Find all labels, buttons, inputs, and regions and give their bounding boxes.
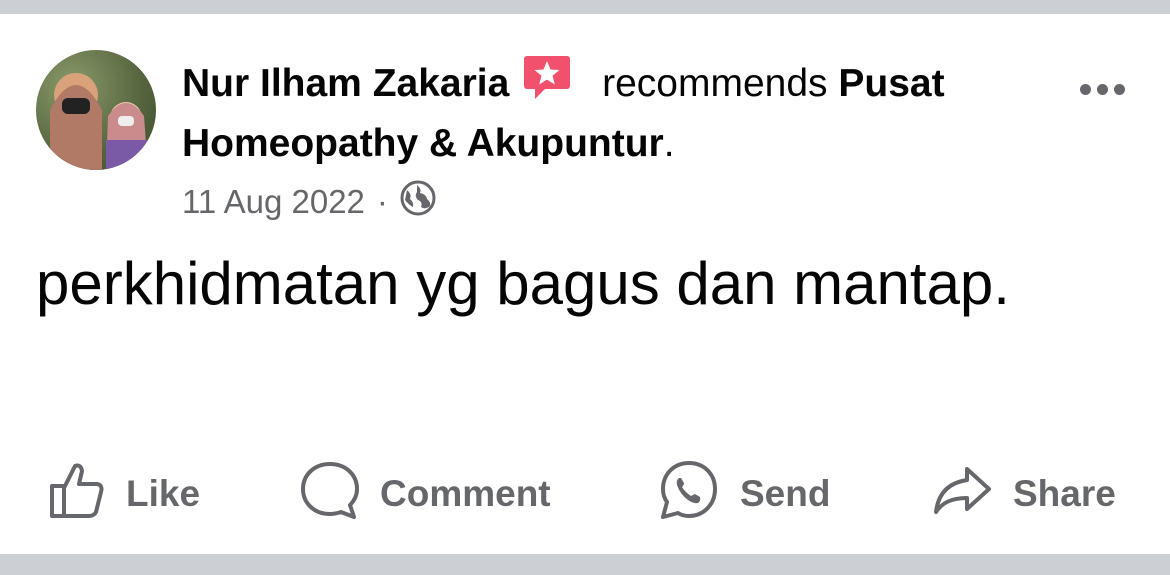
comment-button[interactable]: Comment [300, 454, 551, 534]
share-label: Share [1013, 473, 1116, 514]
share-icon [933, 465, 993, 524]
comment-icon [300, 460, 360, 529]
recommends-text: recommends [591, 62, 839, 105]
recommend-badge-icon [523, 54, 571, 116]
send-button[interactable]: Send [658, 454, 830, 534]
period: . [663, 122, 675, 165]
like-button[interactable]: Like [48, 454, 200, 534]
more-icon[interactable] [1080, 84, 1125, 95]
send-icon [658, 459, 720, 530]
send-label: Send [740, 473, 831, 514]
like-icon [48, 460, 106, 529]
post-meta: 11 Aug 2022 · [182, 180, 436, 224]
share-button[interactable]: Share [933, 454, 1116, 534]
like-label: Like [126, 473, 201, 514]
action-bar: Like Comment Send Share [0, 454, 1170, 534]
post-date[interactable]: 11 Aug 2022 [182, 183, 365, 221]
separator: · [376, 183, 388, 220]
post-header: Nur Ilham Zakaria recommends Pusat Homeo… [182, 54, 1082, 172]
post-card: Nur Ilham Zakaria recommends Pusat Homeo… [0, 14, 1170, 554]
author-name[interactable]: Nur Ilham Zakaria [182, 62, 509, 105]
avatar[interactable] [36, 50, 156, 170]
post-text: perkhidmatan yg bagus dan mantap. [36, 250, 1010, 317]
globe-icon [400, 180, 436, 224]
comment-label: Comment [380, 473, 551, 514]
